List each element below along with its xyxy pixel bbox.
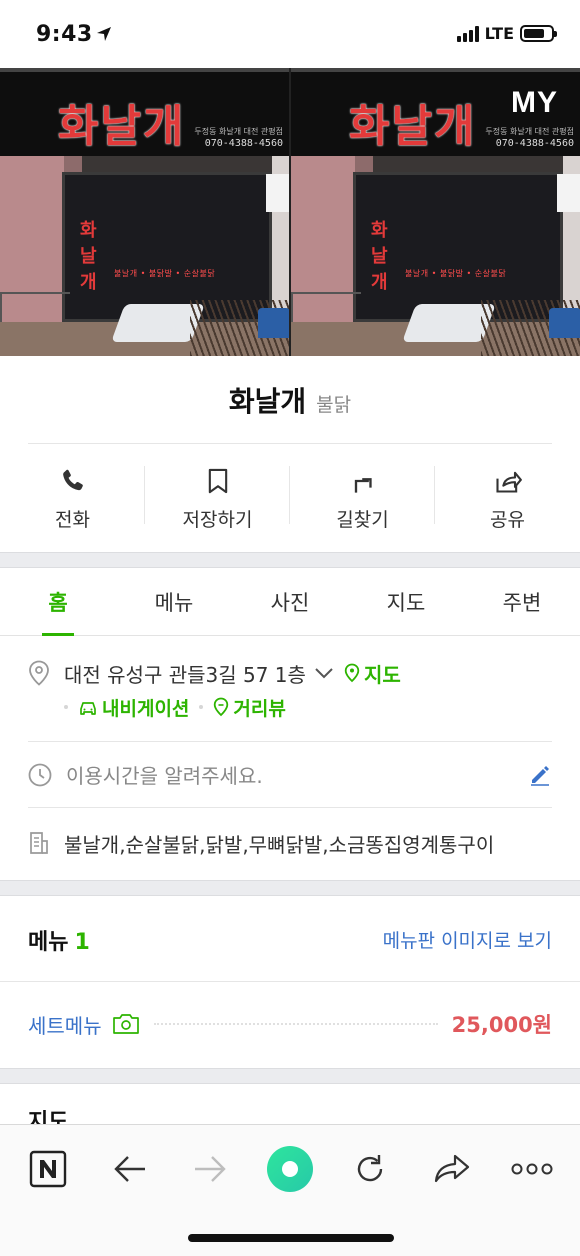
naver-n-icon (29, 1150, 67, 1188)
network-label: LTE (484, 24, 514, 43)
share-arrow-icon (434, 1154, 470, 1183)
map-link-label: 지도 (363, 662, 401, 687)
green-dot-icon (267, 1146, 313, 1192)
tab-photos[interactable]: 사진 (232, 568, 348, 635)
status-bar: 9:43 LTE (0, 0, 580, 68)
home-indicator[interactable] (188, 1234, 394, 1242)
menu-item[interactable]: 세트메뉴 25,000원 (28, 982, 552, 1066)
place-title: 화날개 불닭 (0, 356, 580, 444)
sign-subtext: 두정동 화날개 대전 관평점 (485, 127, 574, 136)
back-button[interactable] (108, 1147, 152, 1191)
forward-button[interactable] (188, 1147, 232, 1191)
call-button[interactable]: 전화 (0, 444, 145, 554)
status-time: 9:43 (36, 22, 93, 47)
sign-phone: 070-4388-4560 (495, 138, 574, 149)
map-section-title: 지도 (28, 1110, 69, 1126)
section-separator (0, 552, 580, 568)
streetview-pin-icon (214, 697, 229, 717)
door-text: 화날개 (80, 220, 97, 293)
chevron-down-icon[interactable] (314, 666, 334, 680)
hours-row[interactable]: 이용시간을 알려주세요. (28, 742, 552, 808)
door-text: 화날개 (371, 220, 388, 293)
menu-item-price: 25,000원 (451, 1013, 552, 1037)
more-dots-icon (511, 1163, 553, 1175)
separator-dot (64, 705, 68, 709)
sign-text: 화날개 (349, 101, 477, 152)
status-indicators: LTE (456, 24, 557, 43)
back-arrow-icon (114, 1156, 145, 1182)
streetview-link[interactable]: 거리뷰 (213, 694, 286, 721)
description-row: 불날개,순살불닭,닭발,무뼈닭발,소금똥집영계통구이 (28, 808, 552, 878)
my-badge[interactable]: MY (511, 86, 558, 120)
place-name: 화날개 (228, 385, 307, 418)
photo-gallery[interactable]: 화날개 두정동 화날개 대전 관평점 070-4388-4560 화날개 불날개… (0, 68, 580, 356)
menu-item-name: 세트메뉴 (28, 1013, 102, 1038)
navigation-link-label: 내비게이션 (102, 697, 190, 720)
description-text: 불날개,순살불닭,닭발,무뼈닭발,소금똥집영계통구이 (64, 832, 495, 857)
browser-toolbar (0, 1124, 580, 1256)
sign-phone: 070-4388-4560 (204, 138, 283, 149)
map-link[interactable]: 지도 (344, 659, 401, 688)
sign-subtext: 두정동 화날개 대전 관평점 (194, 127, 283, 136)
location-pin-icon (29, 660, 49, 686)
sign-text: 화날개 (58, 101, 186, 152)
save-button[interactable]: 저장하기 (145, 444, 290, 554)
storefront-sign: 화날개 두정동 화날개 대전 관평점 070-4388-4560 (0, 68, 289, 156)
streetview-link-label: 거리뷰 (233, 697, 286, 720)
more-button[interactable] (510, 1147, 554, 1191)
section-separator (0, 1068, 580, 1084)
menu-count: 1 (74, 930, 90, 955)
battery-icon (520, 25, 557, 42)
map-pin-icon (344, 663, 360, 683)
tab-menu[interactable]: 메뉴 (116, 568, 232, 635)
photo-1[interactable]: 화날개 두정동 화날개 대전 관평점 070-4388-4560 화날개 불날개… (0, 68, 289, 356)
camera-icon[interactable] (112, 1013, 140, 1035)
refresh-icon (357, 1155, 383, 1182)
share-label: 공유 (490, 508, 525, 531)
door-menu-text: 불날개 • 불닭발 • 순살불닭 (114, 269, 216, 278)
call-label: 전화 (55, 508, 90, 531)
menu-image-link[interactable]: 메뉴판 이미지로 보기 (383, 926, 552, 953)
photo-2[interactable]: 화날개 두정동 화날개 대전 관평점 070-4388-4560 화날개 불날개… (291, 68, 580, 356)
address-row: 대전 유성구 관들3길 57 1층 지도 내비게이션 거리뷰 (28, 656, 552, 742)
signal-icon (456, 25, 479, 42)
tab-nearby[interactable]: 주변 (464, 568, 580, 635)
leader-dots (153, 1023, 438, 1025)
naver-home-button[interactable] (26, 1147, 70, 1191)
section-separator (0, 880, 580, 896)
separator-dot (199, 705, 204, 709)
address-text: 대전 유성구 관들3길 57 1층 (64, 662, 306, 687)
edit-pencil-icon[interactable] (528, 763, 552, 787)
share-icon (495, 471, 522, 493)
tab-bar: 홈 메뉴 사진 지도 주변 (0, 568, 580, 636)
tab-home[interactable]: 홈 (0, 568, 116, 636)
door-menu-text: 불날개 • 불닭발 • 순살불닭 (405, 269, 507, 278)
clock-icon (28, 763, 52, 786)
refresh-button[interactable] (348, 1147, 392, 1191)
menu-title: 메뉴 1 (28, 924, 90, 956)
forward-arrow-icon (195, 1156, 226, 1182)
directions-button[interactable]: 길찾기 (290, 444, 435, 554)
car-icon (80, 702, 96, 715)
menu-title-text: 메뉴 (28, 930, 69, 955)
location-arrow-icon (96, 26, 112, 46)
phone-icon (62, 469, 83, 490)
directions-icon (354, 477, 372, 493)
save-label: 저장하기 (182, 508, 253, 531)
navigation-link[interactable]: 내비게이션 (78, 694, 189, 721)
hours-placeholder: 이용시간을 알려주세요. (66, 764, 263, 788)
place-category: 불닭 (316, 393, 352, 416)
bookmark-icon (208, 468, 227, 493)
tab-map[interactable]: 지도 (348, 568, 464, 635)
action-bar: 전화 저장하기 길찾기 공유 (0, 444, 580, 554)
share-button[interactable]: 공유 (435, 444, 580, 554)
share-page-button[interactable] (430, 1147, 474, 1191)
document-icon (30, 832, 48, 854)
menu-section-header: 메뉴 1 메뉴판 이미지로 보기 (0, 896, 580, 982)
green-dot-button[interactable] (264, 1143, 316, 1195)
directions-label: 길찾기 (336, 508, 389, 531)
